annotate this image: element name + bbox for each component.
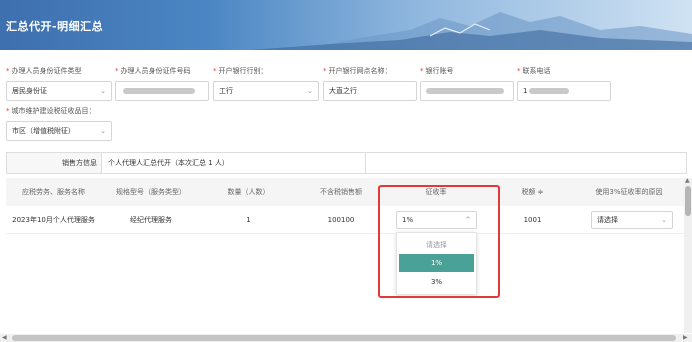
highlight-annotation-box [378, 185, 500, 298]
cell-spec: 经纪代理服务 [130, 216, 172, 224]
header-spec: 规格型号（服务类型） [116, 188, 186, 196]
city-tax-label: * 城市维护建设税征收品目： [6, 107, 96, 115]
page-header: 汇总代开-明细汇总 [0, 0, 692, 50]
bank-branch-label: * 开户银行网点名称： [323, 67, 392, 75]
id-number-field[interactable] [115, 81, 209, 101]
table-header: 应税劳务、服务名称 规格型号（服务类型） 数量（人数） 不含税销售额 征收率 税… [6, 178, 687, 206]
reason-select[interactable]: 请选择 ⌄ [591, 211, 673, 229]
table-row: 2023年10月个人代理服务 经纪代理服务 1 100100 1% ^ 1001 … [6, 206, 687, 234]
cell-quantity: 1 [246, 216, 251, 224]
phone-label: * 联系电话 [517, 67, 551, 75]
city-tax-select[interactable]: 市区（增值税附征） ⌄ [6, 121, 112, 141]
bank-branch-field[interactable]: 大直之行 [323, 81, 417, 101]
horizontal-scrollbar[interactable]: ◀ ▶ [0, 334, 692, 342]
account-number-field[interactable] [420, 81, 514, 101]
redacted-text [529, 88, 570, 94]
bank-select[interactable]: 工行 ⌄ [213, 81, 319, 101]
seller-info-value: 个人代理人汇总代开（本次汇总 1 人） [103, 153, 366, 173]
seller-info-label: 销售方信息 [7, 153, 102, 173]
id-number-label: * 办理人员身份证件号码 [115, 67, 191, 75]
chevron-down-icon: ⌄ [307, 87, 313, 95]
chevron-down-icon: ⌄ [100, 127, 106, 135]
cell-sales-amount: 100100 [327, 216, 355, 224]
vertical-scrollbar[interactable]: ▲ [684, 177, 692, 333]
header-quantity: 数量（人数） [227, 188, 270, 196]
bank-label: * 开户银行行别： [213, 67, 268, 75]
header-sales-amount: 不含税销售额 [320, 188, 362, 196]
cell-service-name: 2023年10月个人代理服务 [12, 216, 95, 224]
phone-field[interactable]: 1 [517, 81, 611, 101]
redacted-text [123, 88, 195, 94]
chevron-down-icon: ⌄ [661, 216, 667, 224]
great-wall-banner-image [250, 12, 692, 50]
horizontal-scroll-thumb[interactable] [12, 335, 676, 341]
account-number-label: * 银行账号 [420, 67, 454, 75]
detail-table: 应税劳务、服务名称 规格型号（服务类型） 数量（人数） 不含税销售额 征收率 税… [6, 178, 687, 333]
redacted-text [426, 88, 504, 94]
header-reason: 使用3%征收率的原因 [595, 188, 663, 196]
id-type-select[interactable]: 居民身份证 ⌄ [6, 81, 112, 101]
header-service-name: 应税劳务、服务名称 [22, 188, 85, 196]
chevron-down-icon: ⌄ [100, 87, 106, 95]
seller-info-bar: 销售方信息 个人代理人汇总代开（本次汇总 1 人） [6, 152, 687, 174]
scroll-right-icon[interactable]: ▶ [683, 334, 688, 341]
vertical-scroll-thumb[interactable] [685, 186, 691, 216]
page-title: 汇总代开-明细汇总 [6, 20, 104, 33]
scroll-up-icon[interactable]: ▲ [685, 177, 690, 184]
scroll-left-icon[interactable]: ◀ [2, 334, 7, 341]
id-type-label: * 办理人员身份证件类型 [6, 67, 82, 75]
